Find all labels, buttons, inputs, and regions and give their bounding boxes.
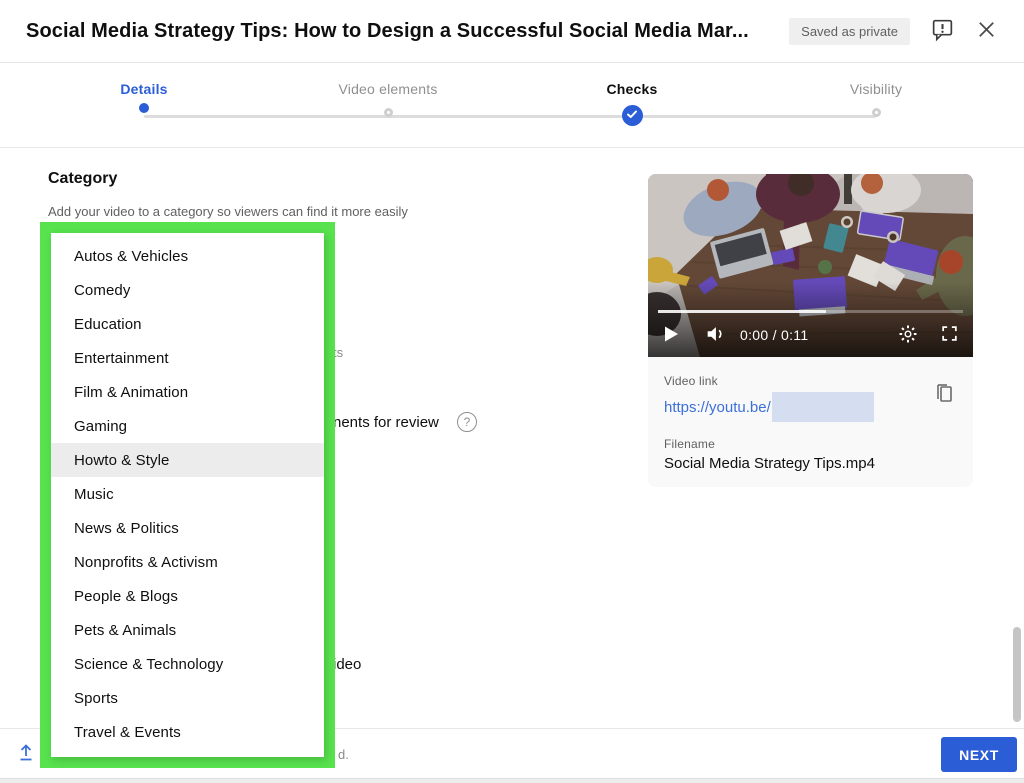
progress-bar[interactable]: [658, 310, 963, 313]
video-preview-card: 0:00 / 0:11 Video link https://youtu.be/…: [648, 174, 973, 487]
category-option[interactable]: Nonprofits & Activism: [51, 545, 324, 579]
step-video-elements[interactable]: Video elements: [308, 64, 468, 117]
step-checks-label: Checks: [606, 81, 658, 97]
scrollbar-thumb[interactable]: [1013, 627, 1021, 722]
hidden-text-fragment: d.: [338, 747, 349, 762]
upload-icon: [15, 744, 37, 768]
category-section-title: Category: [48, 170, 118, 187]
step-visibility[interactable]: Visibility: [796, 64, 956, 117]
volume-icon: [704, 323, 726, 348]
hidden-text-fragment: ideo: [333, 656, 362, 673]
hidden-text-fragment: nents for review: [333, 414, 439, 431]
page-title: Social Media Strategy Tips: How to Desig…: [26, 19, 749, 42]
video-info-panel: Video link https://youtu.be/ Filename So…: [648, 357, 973, 472]
copy-icon: [934, 384, 955, 408]
step-visibility-label: Visibility: [849, 81, 903, 97]
category-option[interactable]: Entertainment: [51, 341, 324, 375]
play-button[interactable]: [662, 325, 680, 346]
player-time: 0:00 / 0:11: [740, 327, 809, 343]
category-option[interactable]: Autos & Vehicles: [51, 239, 324, 273]
video-link-label: Video link: [664, 374, 718, 388]
annotation-box: Autos & Vehicles Comedy Education Entertain…: [40, 222, 335, 768]
fullscreen-button[interactable]: [940, 324, 959, 346]
category-option[interactable]: Pets & Animals: [51, 613, 324, 647]
feedback-icon: [930, 17, 955, 45]
category-option[interactable]: Gaming: [51, 409, 324, 443]
step-video-elements-dot: [383, 108, 393, 117]
play-icon: [662, 325, 680, 346]
category-option[interactable]: People & Blogs: [51, 579, 324, 613]
help-icon[interactable]: ?: [457, 412, 477, 432]
category-option[interactable]: Comedy: [51, 273, 324, 307]
settings-icon: [898, 324, 918, 347]
filename-label: Filename: [664, 437, 715, 451]
filename-value: Social Media Strategy Tips.mp4: [664, 455, 875, 472]
step-checks[interactable]: Checks: [552, 64, 712, 126]
category-option[interactable]: Film & Animation: [51, 375, 324, 409]
video-link[interactable]: https://youtu.be/: [664, 399, 771, 416]
fullscreen-icon: [940, 324, 959, 346]
upload-dialog: Social Media Strategy Tips: How to Desig…: [0, 0, 1024, 783]
step-details-dot: [139, 103, 149, 113]
copy-link-button[interactable]: [934, 381, 955, 408]
player-controls: 0:00 / 0:11: [662, 322, 959, 348]
category-option[interactable]: News & Politics: [51, 511, 324, 545]
close-icon: [975, 18, 998, 44]
category-option[interactable]: Sports: [51, 681, 324, 715]
status-badge: Saved as private: [789, 17, 910, 45]
volume-button[interactable]: [704, 323, 726, 348]
video-player[interactable]: 0:00 / 0:11: [648, 174, 973, 357]
settings-button[interactable]: [898, 324, 918, 347]
next-button[interactable]: NEXT: [941, 737, 1017, 772]
category-option[interactable]: Music: [51, 477, 324, 511]
category-option[interactable]: Howto & Style: [51, 443, 324, 477]
step-details[interactable]: Details: [64, 64, 224, 113]
close-button[interactable]: [975, 18, 998, 44]
upload-status-button[interactable]: [15, 741, 37, 768]
dialog-bottom-edge: [0, 778, 1024, 783]
category-section-subtitle: Add your video to a category so viewers …: [48, 204, 408, 219]
stepper-track: [144, 115, 876, 118]
check-icon: [626, 107, 638, 125]
step-video-elements-label: Video elements: [338, 81, 438, 97]
feedback-button[interactable]: [930, 17, 955, 45]
category-option[interactable]: Science & Technology: [51, 647, 324, 681]
upload-stepper: Details Video elements Checks Visibility: [0, 64, 1024, 148]
category-option[interactable]: Education: [51, 307, 324, 341]
step-checks-dot: [621, 105, 643, 126]
step-visibility-dot: [871, 108, 881, 117]
category-dropdown: Autos & Vehicles Comedy Education Entertain…: [51, 233, 324, 757]
category-option[interactable]: Travel & Events: [51, 715, 324, 749]
dialog-header: Social Media Strategy Tips: How to Desig…: [0, 0, 1024, 63]
step-details-label: Details: [120, 81, 168, 97]
redacted-video-id: [771, 392, 874, 422]
